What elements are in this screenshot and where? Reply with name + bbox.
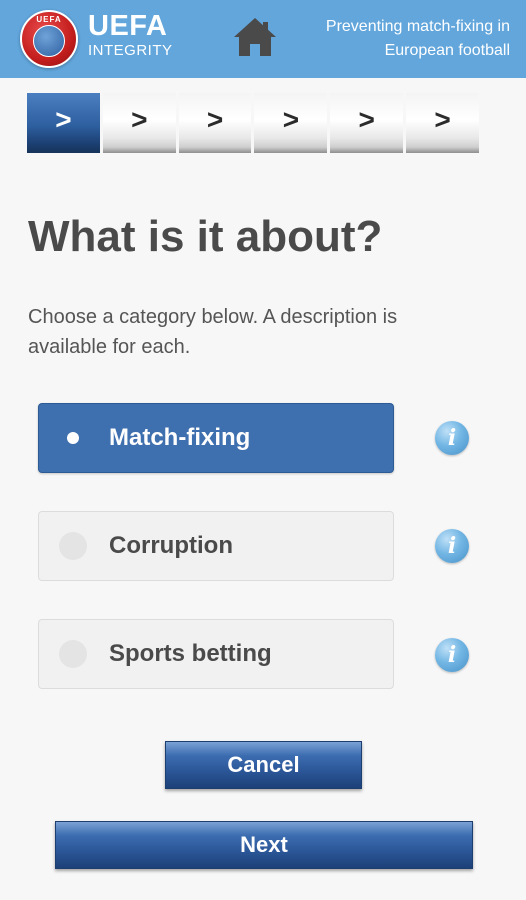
cancel-button[interactable]: Cancel (165, 741, 362, 789)
logo-text: UEFA (36, 15, 62, 24)
brand-name: UEFA (88, 10, 168, 42)
radio-selected[interactable] (59, 424, 87, 452)
radio-unselected[interactable] (59, 640, 87, 668)
info-icon[interactable]: i (435, 421, 469, 455)
brand: UEFA INTEGRITY (88, 10, 173, 59)
app-header: UEFA UEFA INTEGRITY Preventing match-fix… (0, 0, 526, 78)
step-3[interactable]: > (178, 93, 252, 153)
step-arrow-icon: > (131, 104, 148, 135)
step-6[interactable]: > (406, 93, 479, 153)
radio-unselected[interactable] (59, 532, 87, 560)
uefa-logo: UEFA (20, 10, 78, 68)
home-icon[interactable] (232, 16, 278, 58)
brand-subtitle: INTEGRITY (88, 42, 173, 59)
step-arrow-icon: > (206, 104, 224, 135)
option-sports-betting[interactable]: Sports betting (38, 619, 394, 689)
step-arrow-icon: > (358, 104, 375, 135)
step-1[interactable]: > (27, 93, 100, 153)
info-icon[interactable]: i (435, 529, 469, 563)
option-match-fixing[interactable]: Match-fixing (38, 403, 394, 473)
info-icon[interactable]: i (435, 638, 469, 672)
step-5[interactable]: > (330, 93, 404, 153)
step-arrow-icon: > (434, 104, 451, 135)
intro-text: Choose a category below. A description i… (28, 306, 398, 358)
step-arrow-icon: > (55, 104, 72, 135)
option-label: Sports betting (109, 640, 272, 667)
tagline: Preventing match-fixing in European foot… (325, 18, 510, 59)
step-2[interactable]: > (102, 93, 176, 153)
logo-globe (33, 25, 65, 57)
next-button[interactable]: Next (55, 821, 473, 869)
step-4[interactable]: > (254, 93, 328, 153)
progress-steps: > > > > > > (27, 93, 479, 153)
option-label: Corruption (109, 532, 233, 559)
radio-dot (67, 432, 79, 444)
step-arrow-icon: > (282, 104, 300, 135)
option-corruption[interactable]: Corruption (38, 511, 394, 581)
page-title: What is it about? (28, 212, 383, 261)
option-label: Match-fixing (109, 424, 251, 451)
